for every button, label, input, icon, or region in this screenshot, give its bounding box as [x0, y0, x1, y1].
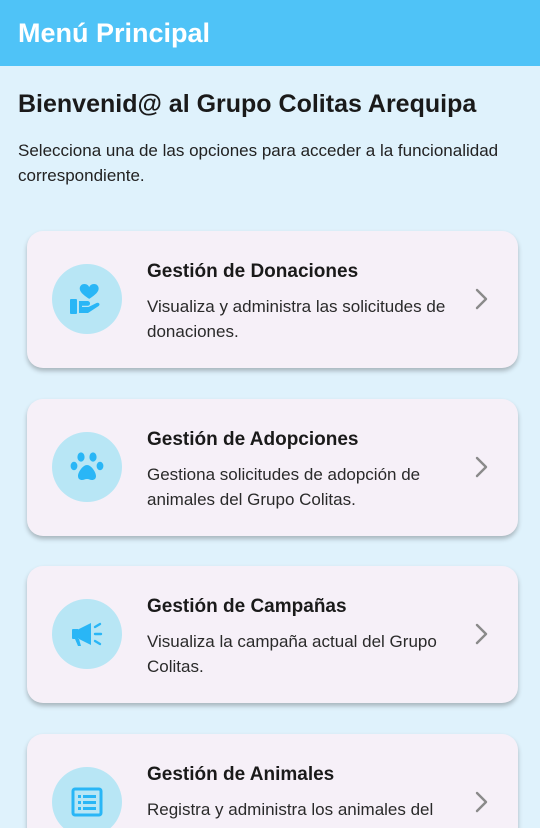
- paw-icon: [70, 452, 104, 480]
- chevron-right-icon: [475, 791, 488, 813]
- card-icon-circle: [52, 599, 122, 669]
- list-icon: [71, 787, 103, 817]
- card-campanas[interactable]: Gestión de Campañas Visualiza la campaña…: [27, 566, 518, 703]
- card-description: Registra y administra los animales del: [147, 800, 434, 819]
- card-description: Visualiza la campaña actual del Grupo Co…: [147, 632, 437, 676]
- chevron-right-icon: [475, 456, 488, 478]
- chevron-right-icon: [475, 623, 488, 645]
- donation-hand-heart-icon: [70, 284, 100, 314]
- card-title: Gestión de Adopciones: [147, 429, 359, 450]
- main-content[interactable]: Bienvenid@ al Grupo Colitas Arequipa Sel…: [0, 66, 540, 828]
- card-title: Gestión de Donaciones: [147, 261, 359, 282]
- card-adopciones[interactable]: Gestión de Adopciones Gestiona solicitud…: [27, 399, 518, 536]
- card-title: Gestión de Campañas: [147, 596, 347, 617]
- card-title: Gestión de Animales: [147, 764, 335, 785]
- chevron-right-icon: [475, 288, 488, 310]
- card-icon-circle: [52, 264, 122, 334]
- welcome-subtitle: Selecciona una de las opciones para acce…: [18, 141, 499, 185]
- bottom-edge: [0, 828, 540, 838]
- card-icon-circle: [52, 767, 122, 828]
- card-animales[interactable]: Gestión de Animales Registra y administr…: [27, 734, 518, 828]
- app-bar-title: Menú Principal: [18, 17, 211, 48]
- card-description: Gestiona solicitudes de adopción de anim…: [147, 465, 421, 509]
- card-description: Visualiza y administra las solicitudes d…: [147, 297, 446, 341]
- card-icon-circle: [52, 432, 122, 502]
- app-bar: Menú Principal: [0, 0, 540, 66]
- card-donaciones[interactable]: Gestión de Donaciones Visualiza y admini…: [27, 231, 518, 368]
- welcome-heading: Bienvenid@ al Grupo Colitas Arequipa: [18, 90, 477, 118]
- megaphone-icon: [72, 622, 103, 646]
